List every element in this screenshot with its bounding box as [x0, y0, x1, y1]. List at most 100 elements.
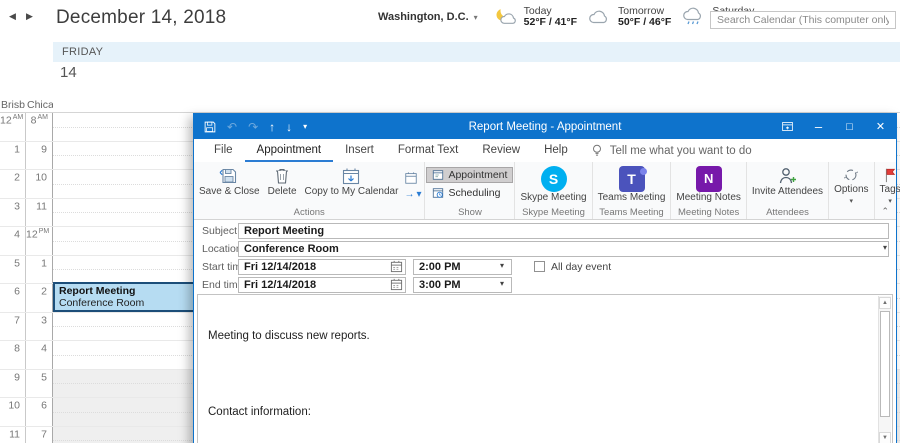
calendar-small-icon[interactable] — [404, 171, 421, 185]
weather-bar: Washington, D.C. ▾ Today 52°F / 41°F — [378, 6, 766, 28]
save-icon[interactable] — [204, 121, 216, 133]
hour-label-left: 4 — [0, 227, 26, 255]
tab-help[interactable]: Help — [532, 139, 580, 162]
close-button[interactable]: ✕ — [865, 114, 896, 139]
move-down-icon[interactable]: ↓ — [286, 121, 292, 133]
save-and-close-button[interactable]: Save & Close — [195, 164, 264, 206]
weather-location-label: Washington, D.C. — [378, 11, 469, 23]
scrollbar-thumb[interactable] — [880, 311, 890, 417]
scroll-up-button[interactable]: ▲ — [879, 297, 891, 309]
hour-label-left: 10 — [0, 398, 26, 426]
hour-label-right: 7 — [26, 427, 53, 443]
tags-dropdown-button[interactable]: Tags ▾ — [876, 164, 900, 207]
location-dropdown-icon[interactable]: ▾ — [883, 243, 887, 252]
titlebar: ↶ ↷ ↑ ↓ ▾ Report Meeting - Appointment –… — [194, 114, 896, 139]
subject-label: Subject — [202, 225, 237, 237]
end-date-field[interactable]: Fri 12/14/2018 — [238, 277, 406, 293]
teams-icon: T — [619, 166, 645, 192]
weather-location-dropdown[interactable]: Washington, D.C. ▾ — [378, 11, 482, 23]
meeting-notes-button[interactable]: N Meeting Notes — [672, 164, 744, 206]
previous-day-button[interactable]: ◀ — [9, 11, 16, 22]
chevron-down-icon: ▾ — [850, 197, 854, 208]
forward-button[interactable]: →▾ — [404, 189, 421, 200]
ribbon-group-meeting-notes: N Meeting Notes Meeting Notes — [671, 162, 746, 219]
outlook-calendar-screen: ◀ ▶ December 14, 2018 Washington, D.C. ▾… — [0, 0, 900, 443]
group-label-actions: Actions — [195, 206, 423, 219]
start-date-field[interactable]: Fri 12/14/2018 — [238, 259, 406, 275]
invite-attendees-button[interactable]: Invite Attendees — [748, 164, 827, 206]
actions-small-buttons: →▾ — [402, 164, 423, 206]
ribbon-tab-row: File Appointment Insert Format Text Revi… — [194, 139, 896, 162]
collapse-ribbon-button[interactable]: ⌃ — [881, 206, 889, 217]
hour-label-left: 3 — [0, 199, 26, 227]
hour-label-left: 5 — [0, 256, 26, 284]
tab-insert[interactable]: Insert — [333, 139, 386, 162]
teams-meeting-button[interactable]: T Teams Meeting — [594, 164, 670, 206]
redo-icon[interactable]: ↷ — [248, 121, 258, 133]
search-input[interactable] — [710, 11, 896, 29]
window-controls: – □ ✕ — [772, 114, 896, 139]
hour-label-left: 11 — [0, 427, 26, 443]
quick-access-toolbar: ↶ ↷ ↑ ↓ ▾ — [194, 121, 307, 133]
hour-label-left: 1 — [0, 142, 26, 170]
maximize-button[interactable]: □ — [834, 114, 865, 139]
tab-format-text[interactable]: Format Text — [386, 139, 471, 162]
appointment-form: Subject Report Meeting Location Conferen… — [194, 220, 896, 294]
options-dropdown-button[interactable]: Options ▾ — [830, 164, 872, 207]
time-dropdown-icon[interactable]: ▾ — [500, 279, 504, 288]
customize-qat-icon[interactable]: ▾ — [303, 123, 307, 131]
next-day-button[interactable]: ▶ — [26, 11, 33, 22]
weather-today: Today 52°F / 41°F — [492, 6, 577, 28]
location-label: Location — [202, 243, 242, 255]
move-up-icon[interactable]: ↑ — [269, 121, 275, 133]
delete-button[interactable]: Delete — [264, 164, 301, 206]
hour-label-right: 2 — [26, 284, 53, 312]
all-day-event-checkbox[interactable] — [534, 261, 545, 272]
hour-label-right: 10 — [26, 170, 53, 198]
ribbon-group-teams: T Teams Meeting Teams Meeting — [593, 162, 672, 219]
time-dropdown-icon[interactable]: ▾ — [500, 261, 504, 270]
timezone-left-label: Brisbane — [1, 99, 25, 111]
all-day-event-label: All day event — [551, 261, 611, 273]
weather-temps: 50°F / 46°F — [618, 17, 671, 28]
tab-review[interactable]: Review — [470, 139, 532, 162]
rain-cloud-icon — [681, 7, 707, 27]
group-label-meeting-notes: Meeting Notes — [672, 206, 744, 219]
appointment-window: ↶ ↷ ↑ ↓ ▾ Report Meeting - Appointment –… — [193, 113, 897, 443]
group-label-show: Show — [426, 206, 513, 219]
group-label-skype: Skype Meeting — [516, 206, 590, 219]
copy-to-my-calendar-button[interactable]: Copy to My Calendar — [301, 164, 403, 206]
day-name-label: FRIDAY — [62, 46, 103, 58]
end-time-dropdown[interactable]: 3:00 PM — [413, 277, 512, 293]
subject-field[interactable]: Report Meeting — [238, 223, 889, 239]
group-label-teams: Teams Meeting — [594, 206, 670, 219]
weather-tomorrow: Tomorrow 50°F / 46°F — [587, 6, 671, 28]
onenote-icon: N — [696, 166, 722, 192]
appointment-body-editor[interactable]: Meeting to discuss new reports. Contact … — [197, 294, 893, 443]
timezone-labels: Brisbane Chicago — [0, 99, 53, 112]
hour-label-right: 12PM — [26, 227, 53, 255]
hour-label-left: 7 — [0, 313, 26, 341]
location-field[interactable]: Conference Room — [238, 241, 889, 257]
hour-label-right: 1 — [26, 256, 53, 284]
vertical-scrollbar[interactable]: ▲ ▼ — [878, 296, 891, 443]
tab-appointment[interactable]: Appointment — [245, 139, 334, 162]
tab-file[interactable]: File — [202, 139, 245, 162]
skype-meeting-button[interactable]: S Skype Meeting — [516, 164, 590, 206]
ribbon-group-skype: S Skype Meeting Skype Meeting — [515, 162, 592, 219]
ribbon-display-options-icon[interactable] — [772, 114, 803, 139]
start-time-dropdown[interactable]: 2:00 PM — [413, 259, 512, 275]
undo-icon[interactable]: ↶ — [227, 121, 237, 133]
skype-icon: S — [541, 166, 567, 192]
scheduling-button[interactable]: Scheduling — [426, 185, 513, 201]
cloud-icon — [587, 8, 613, 26]
day-number: 14 — [60, 64, 77, 81]
hour-label-right: 5 — [26, 370, 53, 398]
tell-me-box[interactable]: Tell me what you want to do — [610, 145, 752, 157]
hour-label-right: 6 — [26, 398, 53, 426]
minimize-button[interactable]: – — [803, 114, 834, 139]
appointment-toggle-button[interactable]: Appointment — [426, 167, 513, 183]
ribbon: Save & Close Delete Copy to My Calendar — [194, 162, 896, 220]
ribbon-group-attendees: Invite Attendees Attendees — [747, 162, 829, 219]
scroll-down-button[interactable]: ▼ — [879, 432, 891, 443]
